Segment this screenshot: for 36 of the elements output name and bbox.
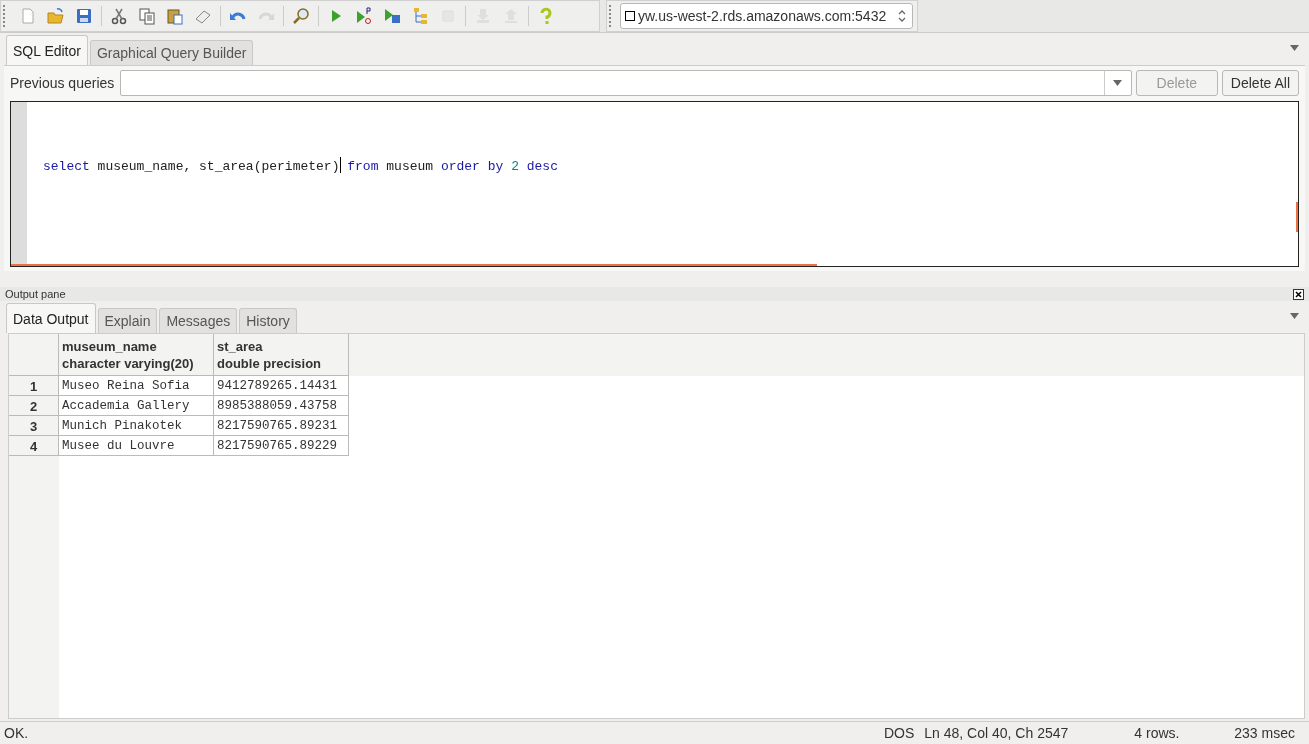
row-number[interactable]: 4 xyxy=(9,436,59,456)
delete-all-button[interactable]: Delete All xyxy=(1221,70,1299,96)
query-time: 233 msec xyxy=(1234,725,1295,741)
table-cell: Museo Reina Sofia xyxy=(59,376,214,396)
output-tab[interactable]: Data Output xyxy=(6,303,96,333)
table-cell: 8985388059.43758 xyxy=(214,396,349,416)
table-cell: 9412789265.14431 xyxy=(214,376,349,396)
row-number[interactable]: 3 xyxy=(9,416,59,436)
connection-select[interactable]: yw.us-west-2.rds.amazonaws.com:5432 xyxy=(620,3,914,29)
cursor-position: Ln 48, Col 40, Ch 2547 xyxy=(924,725,1070,741)
dropdown-arrow-icon[interactable] xyxy=(1290,45,1299,51)
output-pane-title: Output pane xyxy=(5,288,66,300)
row-number[interactable]: 2 xyxy=(9,396,59,416)
table-cell: 8217590765.89229 xyxy=(214,436,349,456)
output-tab[interactable]: Explain xyxy=(97,308,158,333)
column-header[interactable]: st_area double precision xyxy=(214,334,349,376)
previous-queries-label: Previous queries xyxy=(10,75,115,91)
editor-tab[interactable]: Graphical Query Builder xyxy=(89,40,254,65)
line-ending-label: DOS xyxy=(883,725,915,741)
status-message: OK. xyxy=(4,725,29,741)
table-cell: 8217590765.89231 xyxy=(214,416,349,436)
table-cell: Musee du Louvre xyxy=(59,436,214,456)
row-count: 4 rows. xyxy=(1134,725,1181,741)
table-cell: Munich Pinakotek xyxy=(59,416,214,436)
close-icon[interactable] xyxy=(1293,288,1304,300)
dropdown-arrow-icon[interactable] xyxy=(1113,80,1123,86)
sql-editor[interactable]: select museum_name, st_area(perimeter) from museum order by 2 desc xyxy=(10,101,1299,267)
sql-query-line: select museum_name, st_area(perimeter) from museum order by 2 desc xyxy=(43,157,558,174)
row-number[interactable]: 1 xyxy=(9,376,59,396)
output-tab[interactable]: Messages xyxy=(159,308,238,333)
spinner-arrows-icon[interactable] xyxy=(898,10,907,22)
editor-tab[interactable]: SQL Editor xyxy=(6,35,88,65)
output-tab[interactable]: History xyxy=(239,308,297,333)
dropdown-arrow-icon[interactable] xyxy=(1290,313,1299,319)
table-cell: Accademia Gallery xyxy=(59,396,214,416)
column-header[interactable]: museum_name character varying(20) xyxy=(59,334,214,376)
